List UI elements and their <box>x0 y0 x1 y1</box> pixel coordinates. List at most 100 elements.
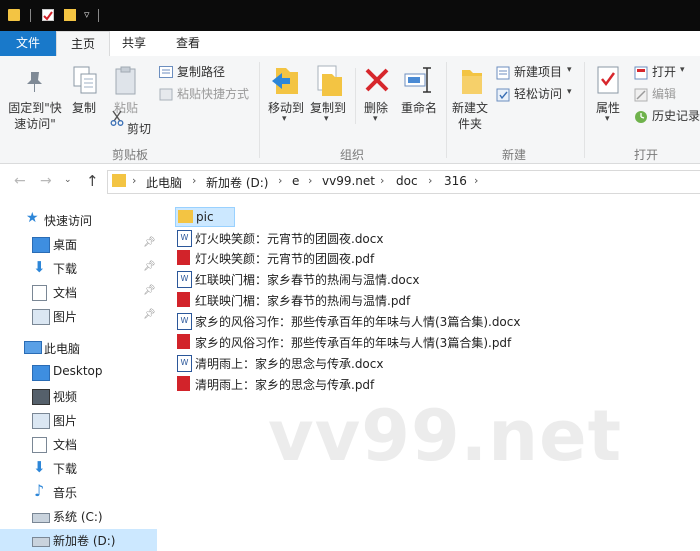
chevron-down-icon[interactable]: ▾ <box>373 114 378 124</box>
easy-access-icon <box>496 88 510 105</box>
nav-item-pictures-pc[interactable]: 图片 <box>0 409 157 431</box>
chevron-right-icon[interactable]: › <box>132 174 136 187</box>
documents-icon <box>32 437 47 453</box>
copy-path-button[interactable]: 复制路径 <box>177 64 225 80</box>
breadcrumb-drive-d[interactable]: 新加卷 (D:) <box>206 174 268 191</box>
chevron-right-icon[interactable]: › <box>428 174 432 187</box>
chevron-down-icon[interactable]: ▾ <box>605 114 610 124</box>
file-name: 清明雨上：家乡的思念与传承.pdf <box>195 378 375 392</box>
folder-icon[interactable] <box>8 9 20 21</box>
chevron-right-icon[interactable]: › <box>192 174 196 187</box>
group-separator <box>446 62 447 158</box>
properties-icon <box>596 66 620 99</box>
breadcrumb-e[interactable]: e <box>292 174 299 188</box>
edit-button[interactable]: 编辑 <box>652 86 676 102</box>
nav-item-videos[interactable]: 视频 <box>0 385 157 407</box>
cut-icon <box>110 110 124 129</box>
nav-item-desktop[interactable]: 桌面 📌︎ <box>0 233 157 255</box>
download-arrow-icon: ⬇ <box>33 458 46 476</box>
pin-icon[interactable]: 📌︎ <box>143 309 156 320</box>
breadcrumb-this-pc[interactable]: 此电脑 <box>146 174 182 191</box>
nav-item-pictures[interactable]: 图片 📌︎ <box>0 305 157 327</box>
new-item-button[interactable]: 新建项目 <box>514 64 562 80</box>
nav-item-documents[interactable]: 文档 📌︎ <box>0 281 157 303</box>
easy-access-button[interactable]: 轻松访问 <box>514 86 562 102</box>
tab-home[interactable]: 主页 <box>56 31 110 58</box>
new-folder-button[interactable]: 新建文件夹 <box>450 100 490 132</box>
nav-item-documents-pc[interactable]: 文档 <box>0 433 157 455</box>
list-item[interactable]: W 清明雨上：家乡的思念与传承.docx <box>175 353 535 373</box>
back-arrow-icon[interactable]: ← <box>14 173 26 189</box>
nav-item-desktop-en[interactable]: Desktop <box>0 361 157 383</box>
file-name: 灯火映笑颜：元宵节的团圆夜.docx <box>195 232 384 246</box>
pin-icon[interactable]: 📌︎ <box>143 285 156 296</box>
history-button[interactable]: 历史记录 <box>652 108 700 124</box>
group-open-label: 打开 <box>633 148 658 162</box>
edit-icon <box>634 88 648 105</box>
group-separator <box>584 62 585 158</box>
rename-button[interactable]: 重命名 <box>398 100 440 116</box>
nav-label: 文档 <box>53 286 78 300</box>
nav-label: 音乐 <box>53 486 78 500</box>
drive-icon <box>32 537 50 547</box>
breadcrumb-vv99[interactable]: vv99.net <box>322 174 375 188</box>
new-folder-icon[interactable] <box>64 9 76 21</box>
pin-icon[interactable]: 📌︎ <box>143 237 156 248</box>
list-item[interactable]: W 红联映门楣：家乡春节的热闹与温情.docx <box>175 269 535 289</box>
folder-icon <box>112 174 126 187</box>
chevron-down-icon[interactable]: ▾ <box>567 65 572 75</box>
copy-button[interactable]: 复制 <box>70 100 98 116</box>
nav-label: 此电脑 <box>44 342 81 356</box>
nav-item-drive-d[interactable]: 新加卷 (D:) <box>0 529 157 551</box>
list-item[interactable]: 红联映门楣：家乡春节的热闹与温情.pdf <box>175 290 535 310</box>
delete-icon <box>363 66 391 97</box>
nav-label: 桌面 <box>53 238 78 252</box>
pin-quick-access-button[interactable]: 固定到"快速访问" <box>4 100 66 132</box>
list-item[interactable]: W 灯火映笑颜：元宵节的团圆夜.docx <box>175 228 535 248</box>
move-to-icon <box>270 64 300 101</box>
list-item[interactable]: pic <box>175 207 235 227</box>
properties-check-icon[interactable] <box>42 9 54 21</box>
customize-dropdown-icon[interactable]: ▿ <box>84 8 90 21</box>
tab-file[interactable]: 文件 <box>0 31 56 56</box>
chevron-down-icon[interactable]: ▾ <box>567 87 572 97</box>
chevron-right-icon[interactable]: › <box>278 174 282 187</box>
chevron-right-icon[interactable]: › <box>474 174 478 187</box>
chevron-down-icon[interactable]: ▾ <box>324 114 329 124</box>
nav-item-music[interactable]: ♪ 音乐 <box>0 481 157 503</box>
nav-quick-access[interactable]: ★ 快速访问 <box>0 209 157 231</box>
breadcrumb-316[interactable]: 316 <box>444 174 467 188</box>
pdf-icon <box>177 376 190 391</box>
word-document-icon: W <box>177 355 192 372</box>
list-item[interactable]: 灯火映笑颜：元宵节的团圆夜.pdf <box>175 248 535 268</box>
up-arrow-icon[interactable]: ↑ <box>86 172 99 190</box>
nav-item-downloads-pc[interactable]: ⬇ 下载 <box>0 457 157 479</box>
download-arrow-icon: ⬇ <box>33 258 46 276</box>
open-button[interactable]: 打开 <box>652 64 676 80</box>
nav-item-downloads[interactable]: ⬇ 下载 📌︎ <box>0 257 157 279</box>
recent-locations-icon[interactable]: ⌄ <box>64 175 72 185</box>
address-bar[interactable]: › 此电脑 › 新加卷 (D:) › e › vv99.net › doc › … <box>107 170 700 194</box>
cut-button[interactable]: 剪切 <box>127 121 151 137</box>
list-item[interactable]: 清明雨上：家乡的思念与传承.pdf <box>175 374 535 394</box>
rename-icon <box>404 66 434 97</box>
pdf-icon <box>177 250 190 265</box>
nav-this-pc[interactable]: 此电脑 <box>0 337 157 359</box>
list-item[interactable]: 家乡的风俗习作：那些传承百年的年味与人情(3篇合集).pdf <box>175 332 555 352</box>
pin-icon[interactable]: 📌︎ <box>143 261 156 272</box>
folder-icon <box>178 210 193 223</box>
breadcrumb-doc[interactable]: doc <box>396 174 418 188</box>
chevron-right-icon[interactable]: › <box>308 174 312 187</box>
nav-label: Desktop <box>53 364 103 378</box>
chevron-down-icon[interactable]: ▾ <box>680 65 685 75</box>
paste-shortcut-button[interactable]: 粘贴快捷方式 <box>177 86 249 102</box>
word-document-icon: W <box>177 313 192 330</box>
tab-share[interactable]: 共享 <box>112 31 156 56</box>
chevron-down-icon[interactable]: ▾ <box>282 114 287 124</box>
chevron-right-icon[interactable]: › <box>380 174 384 187</box>
nav-item-drive-c[interactable]: 系统 (C:) <box>0 505 157 527</box>
title-bar: ▿ <box>0 0 700 31</box>
forward-arrow-icon[interactable]: → <box>40 173 52 189</box>
tab-view[interactable]: 查看 <box>164 31 212 56</box>
list-item[interactable]: W 家乡的风俗习作：那些传承百年的年味与人情(3篇合集).docx <box>175 311 555 331</box>
